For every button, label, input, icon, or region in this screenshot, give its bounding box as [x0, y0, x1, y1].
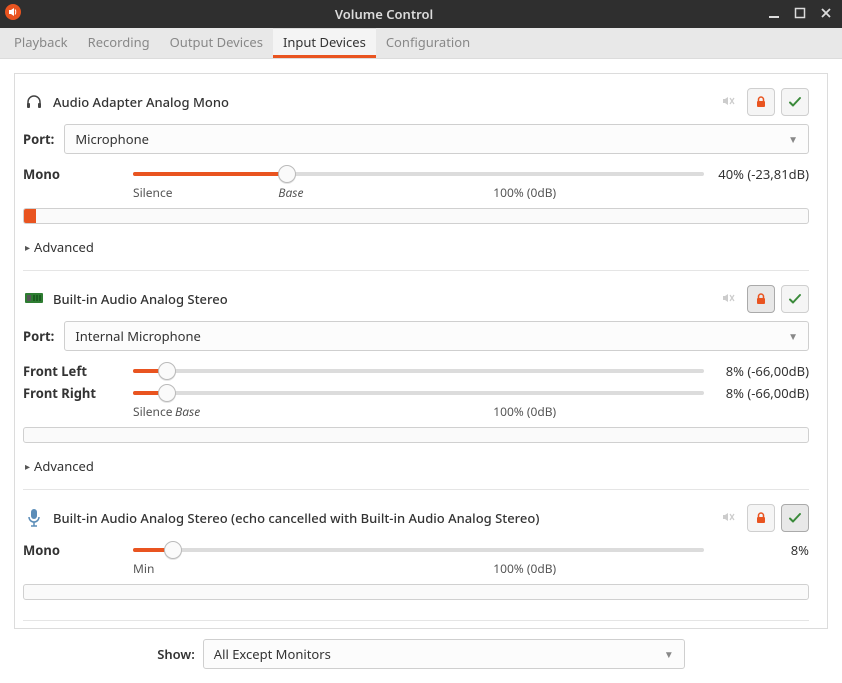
channel-value: 8%: [704, 541, 809, 559]
scale-full: 100% (0dB): [493, 560, 556, 577]
titlebar: Volume Control: [0, 0, 842, 28]
advanced-expander[interactable]: ▸ Advanced: [23, 449, 809, 489]
minimize-button[interactable]: [768, 5, 780, 23]
mute-icon: [715, 504, 741, 530]
tab-recording[interactable]: Recording: [78, 28, 160, 58]
device-1: Built-in Audio Analog Stereo Port: Interna…: [23, 271, 809, 490]
port-value: Microphone: [75, 130, 149, 148]
scale-full: 100% (0dB): [493, 184, 556, 201]
channel-value: 8% (-66,00dB): [704, 362, 809, 380]
show-select-value: All Except Monitors: [214, 645, 331, 663]
chevron-right-icon: ▸: [25, 240, 30, 254]
port-label: Port:: [23, 130, 54, 148]
tab-output-devices[interactable]: Output Devices: [160, 28, 273, 58]
channel-label: Front Left: [23, 362, 133, 380]
scale-base: Base: [278, 184, 303, 201]
tab-playback[interactable]: Playback: [4, 28, 78, 58]
device-name: Audio Adapter Analog Mono: [53, 93, 707, 111]
lock-button[interactable]: [747, 88, 775, 116]
chevron-down-icon: ▼: [788, 132, 798, 146]
channel-label: Mono: [23, 541, 133, 559]
maximize-button[interactable]: [794, 5, 806, 23]
tab-bar: PlaybackRecordingOutput DevicesInput Dev…: [0, 28, 842, 59]
channel-value: 8% (-66,00dB): [704, 384, 809, 402]
advanced-label: Advanced: [34, 457, 94, 475]
scale-min: Min: [133, 560, 154, 577]
volume-slider[interactable]: [133, 540, 704, 560]
channel-value: 40% (-23,81dB): [704, 165, 809, 183]
port-select[interactable]: Internal Microphone ▼: [64, 321, 809, 351]
input-level-meter: [23, 208, 809, 224]
chevron-down-icon: ▼: [788, 329, 798, 343]
fallback-button[interactable]: [781, 504, 809, 532]
headphones-icon: [23, 92, 45, 112]
channel-label: Front Right: [23, 384, 133, 402]
device-name: Built-in Audio Analog Stereo (echo cance…: [53, 509, 707, 527]
device-scroll-area[interactable]: Audio Adapter Analog Mono Port: Microphone…: [15, 74, 827, 628]
fallback-button[interactable]: [781, 285, 809, 313]
input-level-meter: [23, 427, 809, 443]
channel-label: Mono: [23, 165, 133, 183]
advanced-label: Advanced: [34, 238, 94, 256]
input-level-meter: [23, 584, 809, 600]
device-name: Built-in Audio Analog Stereo: [53, 290, 707, 308]
fallback-button[interactable]: [781, 88, 809, 116]
advanced-expander[interactable]: ▸ Advanced: [23, 230, 809, 270]
volume-slider[interactable]: [133, 164, 704, 184]
volume-slider[interactable]: [133, 361, 704, 381]
mic-icon: [23, 508, 45, 528]
port-select[interactable]: Microphone ▼: [64, 124, 809, 154]
show-label: Show:: [157, 645, 195, 663]
port-value: Internal Microphone: [75, 327, 201, 345]
close-button[interactable]: [820, 5, 832, 23]
mute-icon: [715, 88, 741, 114]
scale-silence: Silence: [133, 403, 173, 420]
lock-button[interactable]: [747, 285, 775, 313]
lock-button[interactable]: [747, 504, 775, 532]
chevron-right-icon: ▸: [25, 459, 30, 473]
card-icon: [23, 292, 45, 306]
window-title: Volume Control: [0, 5, 768, 23]
tab-configuration[interactable]: Configuration: [376, 28, 480, 58]
scale-full: 100% (0dB): [493, 403, 556, 420]
volume-slider[interactable]: [133, 383, 704, 403]
show-select[interactable]: All Except Monitors ▼: [203, 639, 685, 669]
app-icon-volume: [4, 3, 22, 25]
scale-silence: Silence: [133, 184, 173, 201]
mute-icon: [715, 285, 741, 311]
port-label: Port:: [23, 327, 54, 345]
scale-base: Base: [175, 403, 200, 420]
device-2: Built-in Audio Analog Stereo (echo cance…: [23, 490, 809, 621]
device-0: Audio Adapter Analog Mono Port: Microphone…: [23, 74, 809, 271]
tab-input-devices[interactable]: Input Devices: [273, 28, 376, 58]
chevron-down-icon: ▼: [664, 647, 674, 661]
